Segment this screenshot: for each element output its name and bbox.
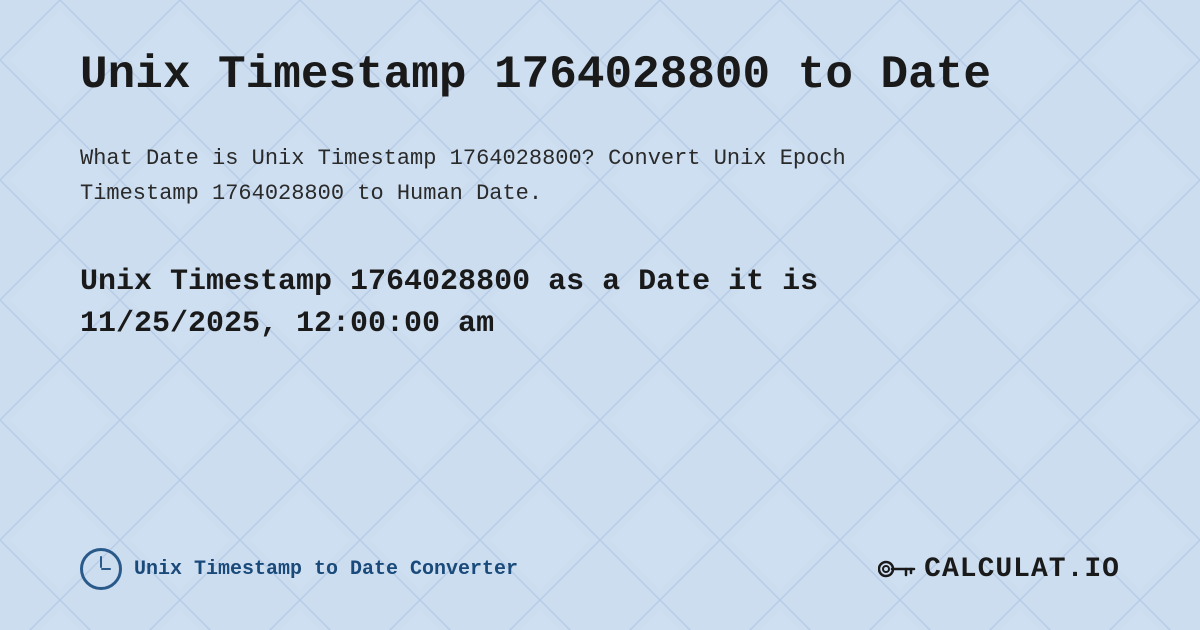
logo-text: CALCULAT.IO (924, 554, 1120, 585)
description-line2: Timestamp 1764028800 to Human Date. (80, 181, 542, 206)
result-line2: 11/25/2025, 12:00:00 am (80, 307, 494, 341)
footer-label: Unix Timestamp to Date Converter (134, 558, 518, 581)
result-text: Unix Timestamp 1764028800 as a Date it i… (80, 261, 1030, 345)
clock-icon (80, 548, 122, 590)
result-line1: Unix Timestamp 1764028800 as a Date it i… (80, 265, 818, 299)
calculat-icon (878, 554, 916, 584)
footer: Unix Timestamp to Date Converter CALCULA… (80, 528, 1120, 590)
result-section: Unix Timestamp 1764028800 as a Date it i… (80, 261, 1120, 528)
page-title: Unix Timestamp 1764028800 to Date (80, 50, 1120, 101)
logo-area: CALCULAT.IO (878, 554, 1120, 585)
description-text: What Date is Unix Timestamp 1764028800? … (80, 141, 980, 211)
footer-left: Unix Timestamp to Date Converter (80, 548, 518, 590)
description-line1: What Date is Unix Timestamp 1764028800? … (80, 146, 846, 171)
